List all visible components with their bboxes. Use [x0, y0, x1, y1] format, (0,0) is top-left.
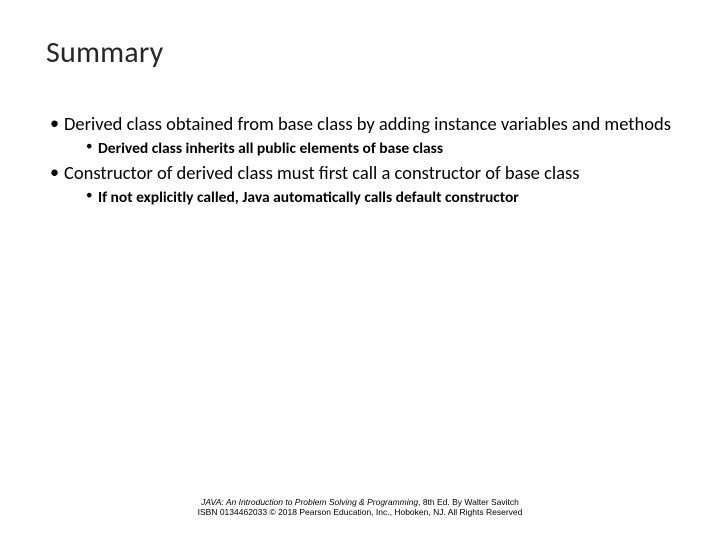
sub-bullet-list: If not explicitly called, Java automatic…: [64, 188, 674, 207]
bullet-item: Constructor of derived class must first …: [50, 162, 674, 207]
slide: Summary Derived class obtained from base…: [0, 0, 720, 540]
sub-bullet-list: Derived class inherits all public elemen…: [64, 139, 674, 158]
footer-line-2: ISBN 0134462033 © 2018 Pearson Education…: [0, 507, 720, 518]
sub-bullet-item: Derived class inherits all public elemen…: [86, 139, 674, 158]
sub-bullet-text: If not explicitly called, Java automatic…: [98, 188, 519, 207]
footer-line-1: JAVA: An Introduction to Problem Solving…: [0, 497, 720, 508]
bullet-text: Constructor of derived class must first …: [64, 161, 579, 184]
sub-bullet-item: If not explicitly called, Java automatic…: [86, 188, 674, 207]
footer-book-title: JAVA: An Introduction to Problem Solving…: [201, 497, 418, 507]
footer: JAVA: An Introduction to Problem Solving…: [0, 497, 720, 518]
bullet-list: Derived class obtained from base class b…: [46, 113, 674, 207]
bullet-item: Derived class obtained from base class b…: [50, 113, 674, 158]
bullet-text: Derived class obtained from base class b…: [64, 112, 671, 135]
footer-edition: , 8th Ed. By Walter Savitch: [418, 497, 519, 507]
slide-title: Summary: [46, 34, 674, 71]
sub-bullet-text: Derived class inherits all public elemen…: [98, 139, 443, 158]
